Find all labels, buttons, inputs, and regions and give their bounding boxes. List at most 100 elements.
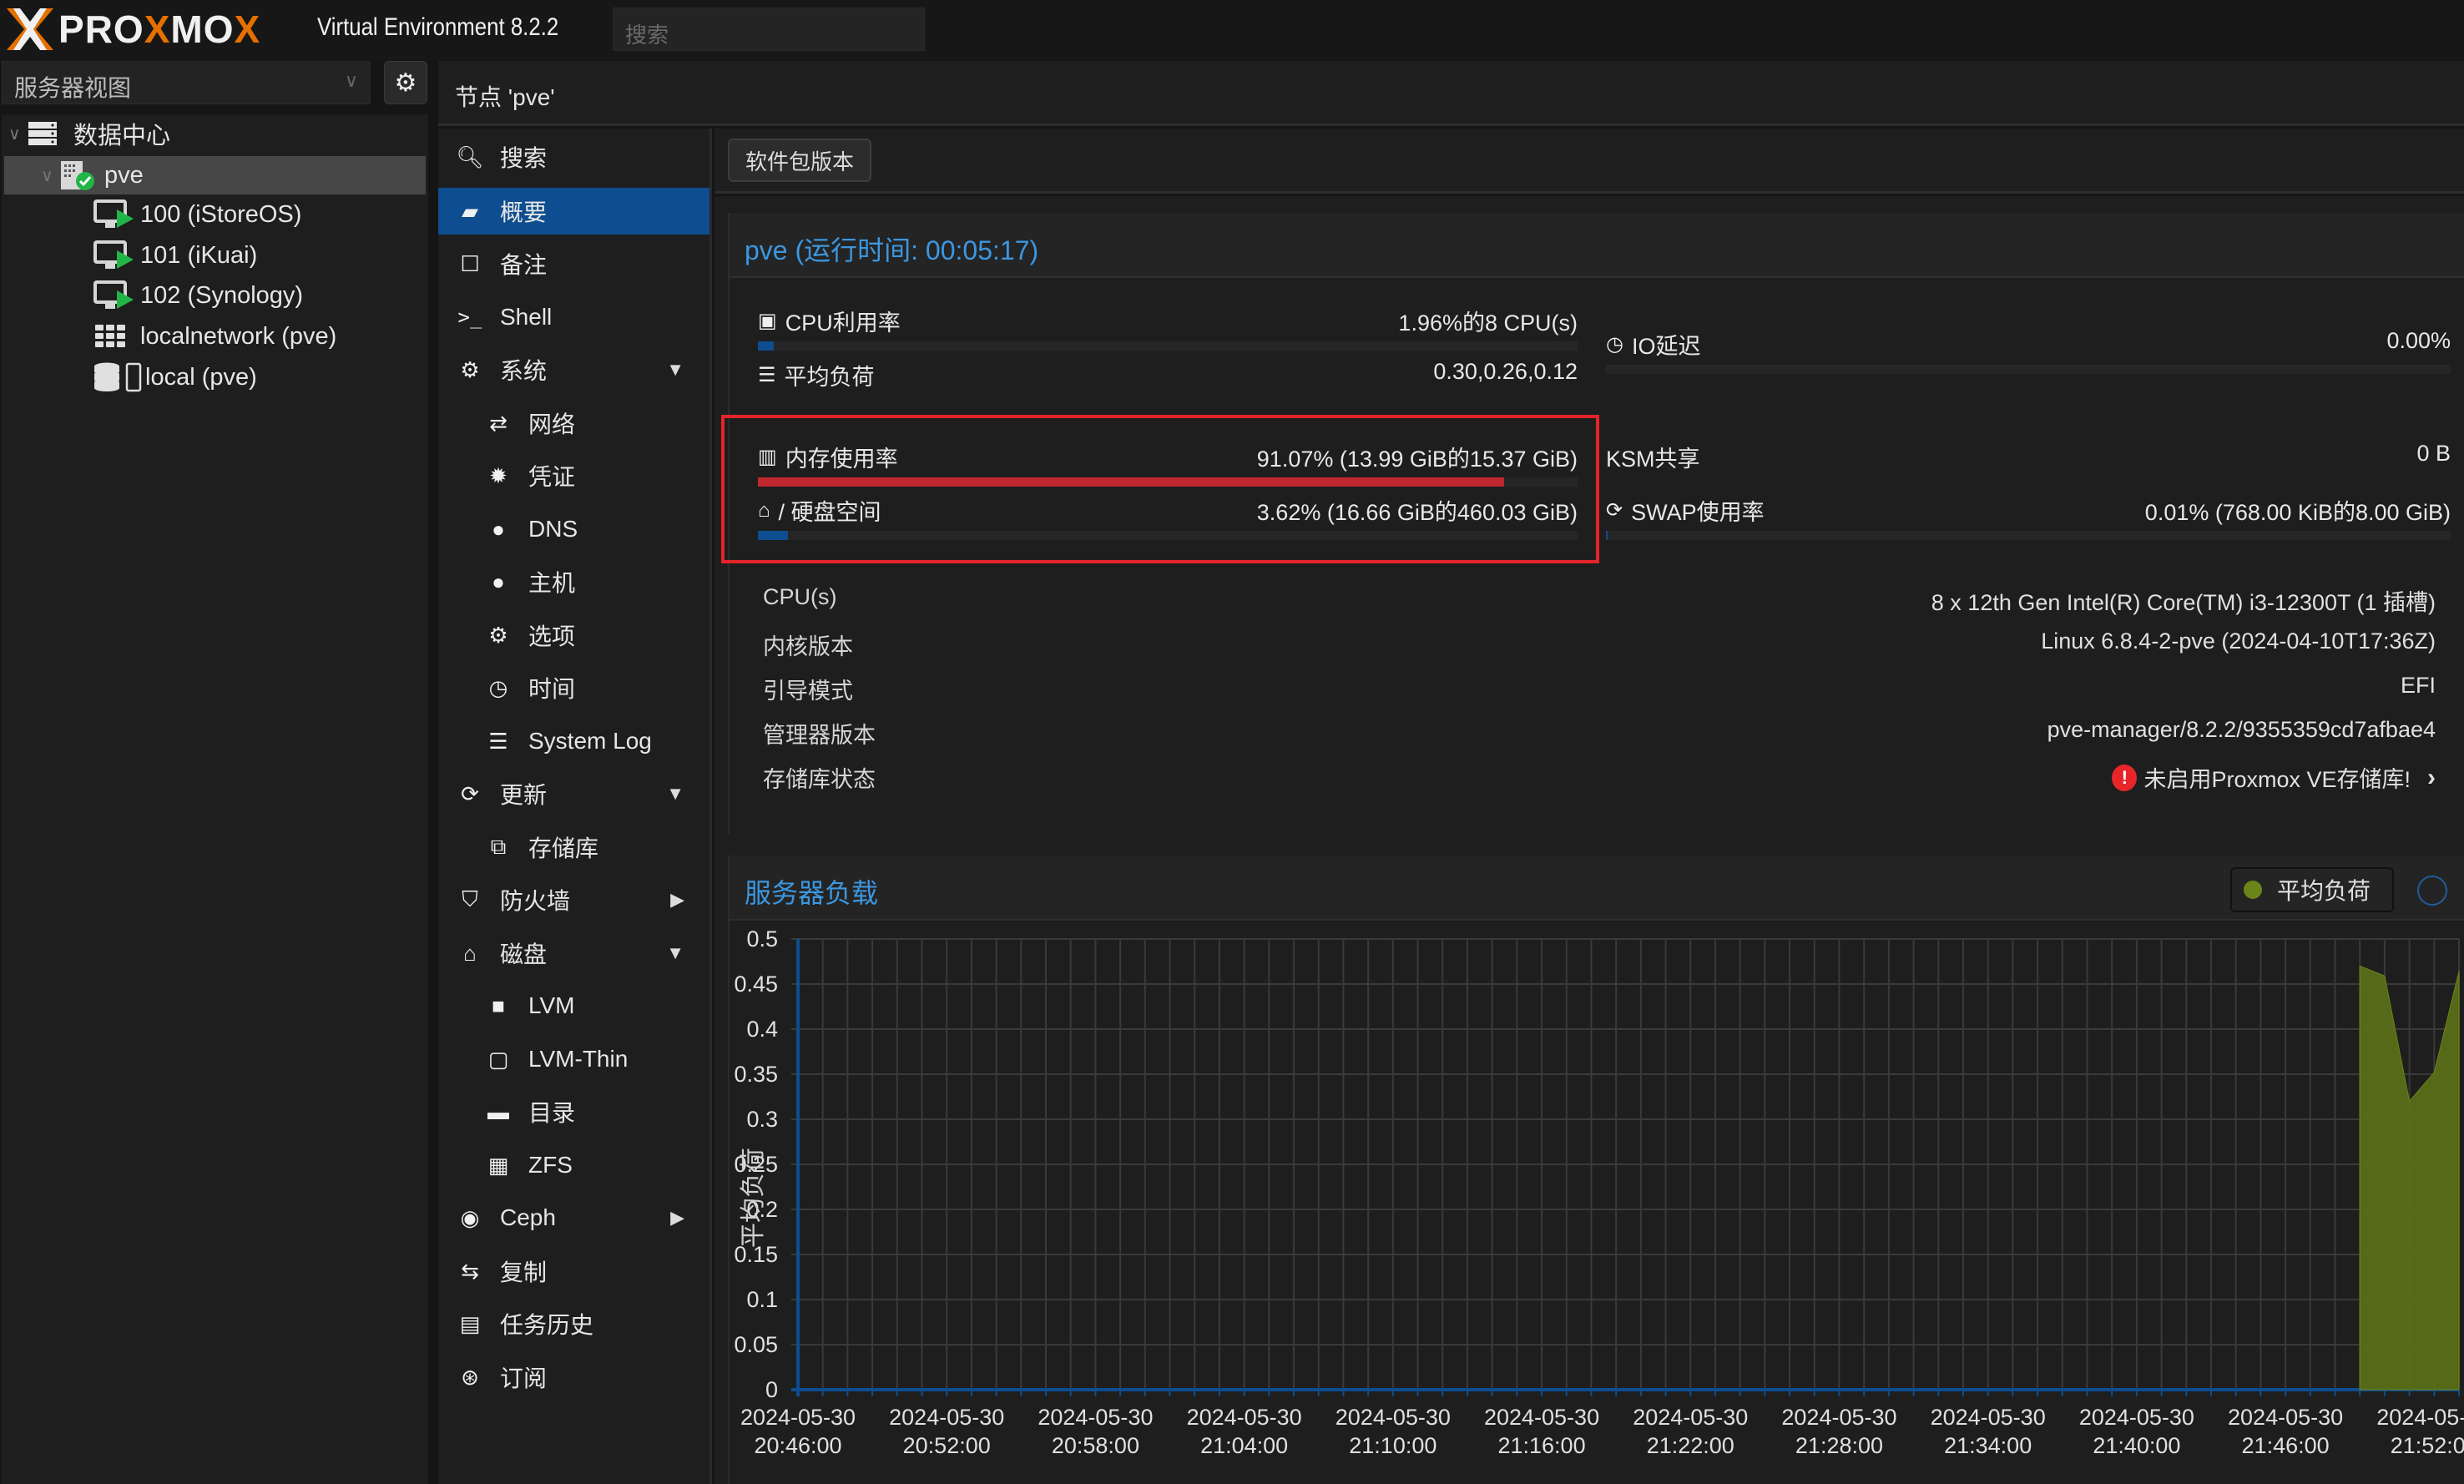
note-icon: ☐	[460, 250, 480, 276]
top-bar: PROXMOX Virtual Environment 8.2.2 搜索	[0, 0, 2464, 60]
content-toolbar: 软件包版本	[714, 129, 2464, 194]
nav-label: 存储库	[528, 835, 599, 861]
x-tick-label-time: 20:52:00	[903, 1433, 991, 1458]
expand-chevron-icon[interactable]: ∨	[8, 124, 27, 144]
nav-item-shell[interactable]: >_ Shell	[438, 294, 709, 341]
expand-chevron-icon[interactable]: ∨	[41, 165, 59, 186]
nav-label: DNS	[528, 516, 578, 542]
tree-item-node-pve[interactable]: ∨ pve	[4, 156, 426, 194]
nav-item-search[interactable]: 🔍︎ 搜索	[438, 134, 709, 180]
x-tick-label-date: 2024-05-30	[740, 1405, 856, 1430]
tree-item-vm-102[interactable]: 102 (Synology)	[93, 276, 303, 315]
io-delay-value: 0.00%	[2386, 328, 2451, 353]
nav-item-disks[interactable]: ⌂ 磁盘 ▼	[438, 930, 709, 977]
nav-item-lvm-thin[interactable]: ▢ LVM-Thin	[438, 1036, 709, 1083]
server-view-select[interactable]: 服务器视图 ∨	[2, 61, 371, 104]
package-versions-button[interactable]: 软件包版本	[728, 139, 871, 182]
page-title: 节点 'pve'	[455, 84, 555, 110]
tree-settings-button[interactable]: ⚙	[384, 61, 427, 104]
list-icon: ☰	[488, 728, 508, 754]
io-delay-label: IO延迟	[1631, 334, 1701, 359]
nav-item-time[interactable]: ◷ 时间	[438, 664, 709, 711]
nav-item-summary[interactable]: ▰ 概要	[438, 188, 709, 235]
tree-item-datacenter[interactable]: ∨ 数据中心	[8, 114, 426, 153]
nav-item-certificates[interactable]: ✹ 凭证	[438, 452, 709, 499]
book-icon: ▰	[462, 198, 478, 224]
x-tick-label-time: 21:46:00	[2242, 1433, 2330, 1458]
nav-label: 概要	[500, 199, 548, 225]
y-tick-label: 0.05	[734, 1332, 778, 1357]
nav-label: 磁盘	[500, 941, 548, 967]
vm-running-icon	[93, 199, 135, 230]
nav-item-subscription[interactable]: ⊛ 订阅	[438, 1354, 709, 1401]
nav-item-ceph[interactable]: ◉ Ceph ▶	[438, 1194, 709, 1241]
nav-item-notes[interactable]: ☐ 备注	[438, 240, 709, 287]
nav-item-hosts[interactable]: ● 主机	[438, 558, 709, 605]
nav-label: 网络	[528, 411, 576, 437]
nav-item-dns[interactable]: ● DNS	[438, 506, 709, 553]
tree-item-storage-local[interactable]: local (pve)	[93, 358, 257, 396]
cpu-usage-stat: ▣ CPU利用率 1.96%的8 CPU(s)	[758, 305, 1578, 355]
y-tick-label: 0.4	[746, 1017, 778, 1042]
x-tick-label-date: 2024-05-30	[1781, 1405, 1896, 1430]
server-load-panel: 服务器负载 平均负荷 0 0.05 0.1 0.15 0.2 0.25 0.3 0.35 0.4…	[728, 856, 2464, 1484]
nav-label: LVM	[528, 992, 575, 1018]
refresh-icon: ⟳	[1606, 499, 1623, 522]
nav-label: 任务历史	[500, 1312, 594, 1338]
nav-item-firewall[interactable]: ⛉ 防火墙 ▶	[438, 876, 709, 923]
global-search-input[interactable]: 搜索	[613, 8, 925, 51]
info-value: EFI	[2400, 673, 2436, 698]
io-delay-stat: ◷ IO延迟 0.00%	[1606, 328, 2451, 378]
swap-usage-bar-fill	[1606, 531, 1608, 540]
tree-item-label: localnetwork (pve)	[140, 322, 337, 350]
x-tick-label-date: 2024-05-30	[1484, 1405, 1599, 1430]
gear-icon: ⚙	[488, 622, 508, 648]
tree-item-sdn-localnetwork[interactable]: localnetwork (pve)	[93, 317, 336, 356]
nav-item-task-history[interactable]: ▤ 任务历史	[438, 1300, 709, 1347]
memory-icon: ▥	[758, 446, 777, 468]
chevron-right-icon: ›	[2427, 763, 2436, 791]
y-axis-title: 平均负荷	[740, 1148, 767, 1248]
cpu-usage-label: CPU利用率	[785, 310, 901, 336]
nav-label: 凭证	[528, 464, 576, 490]
server-view-label: 服务器视图	[14, 75, 132, 101]
info-value: pve-manager/8.2.2/9355359cd7afbae4	[2047, 717, 2436, 742]
disk-space-bar-fill	[758, 531, 788, 540]
tree-item-vm-101[interactable]: 101 (iKuai)	[93, 236, 257, 275]
nav-label: 系统	[500, 358, 548, 384]
nav-item-directory[interactable]: ▬ 目录	[438, 1088, 709, 1135]
nav-label: 目录	[528, 1100, 576, 1126]
info-row-manager-version: 管理器版本 pve-manager/8.2.2/9355359cd7afbae4	[763, 717, 2436, 750]
nav-item-system[interactable]: ⚙ 系统 ▼	[438, 346, 709, 393]
terminal-icon: >_	[457, 305, 482, 329]
globe-icon: ●	[492, 516, 505, 542]
clock-icon: ◷	[1606, 333, 1623, 356]
nav-item-updates[interactable]: ⟳ 更新 ▼	[438, 770, 709, 817]
nav-item-lvm[interactable]: ■ LVM	[438, 982, 709, 1029]
node-nav-menu: 🔍︎ 搜索 ▰ 概要 ☐ 备注 >_ Shell ⚙ 系统 ▼ ⇄ 网络 ✹ 凭证 ● DNS ●…	[438, 129, 712, 1484]
tree-item-vm-100[interactable]: 100 (iStoreOS)	[93, 195, 301, 234]
retweet-icon: ⇆	[461, 1258, 479, 1284]
y-tick-label: 0.3	[746, 1107, 778, 1132]
repository-status-link[interactable]: ! 未启用Proxmox VE存储库! ›	[2112, 761, 2436, 794]
version-label: Virtual Environment 8.2.2	[317, 13, 559, 41]
exchange-icon: ⇄	[489, 410, 507, 436]
nav-item-repositories[interactable]: ⧉ 存储库	[438, 824, 709, 871]
x-tick-label-date: 2024-05-30	[2228, 1405, 2343, 1430]
swap-usage-label: SWAP使用率	[1631, 500, 1765, 525]
nav-item-options[interactable]: ⚙ 选项	[438, 612, 709, 659]
nav-item-system-log[interactable]: ☰ System Log	[438, 718, 709, 765]
disk-space-bar	[758, 531, 1578, 540]
x-tick-label-time: 20:46:00	[754, 1433, 841, 1458]
info-value: Linux 6.8.4-2-pve (2024-04-10T17:36Z)	[2041, 628, 2436, 654]
memory-usage-bar-fill	[758, 477, 1505, 487]
load-average-value: 0.30,0.26,0.12	[1433, 359, 1578, 384]
nav-item-replication[interactable]: ⇆ 复制	[438, 1248, 709, 1295]
certificate-icon: ✹	[489, 462, 507, 488]
nav-item-network[interactable]: ⇄ 网络	[438, 400, 709, 447]
node-online-icon	[59, 159, 96, 191]
tree-item-label: 101 (iKuai)	[140, 241, 258, 269]
swap-usage-bar	[1606, 531, 2451, 540]
nav-item-zfs[interactable]: ▦ ZFS	[438, 1142, 709, 1189]
shield-icon: ⛉	[462, 886, 478, 911]
